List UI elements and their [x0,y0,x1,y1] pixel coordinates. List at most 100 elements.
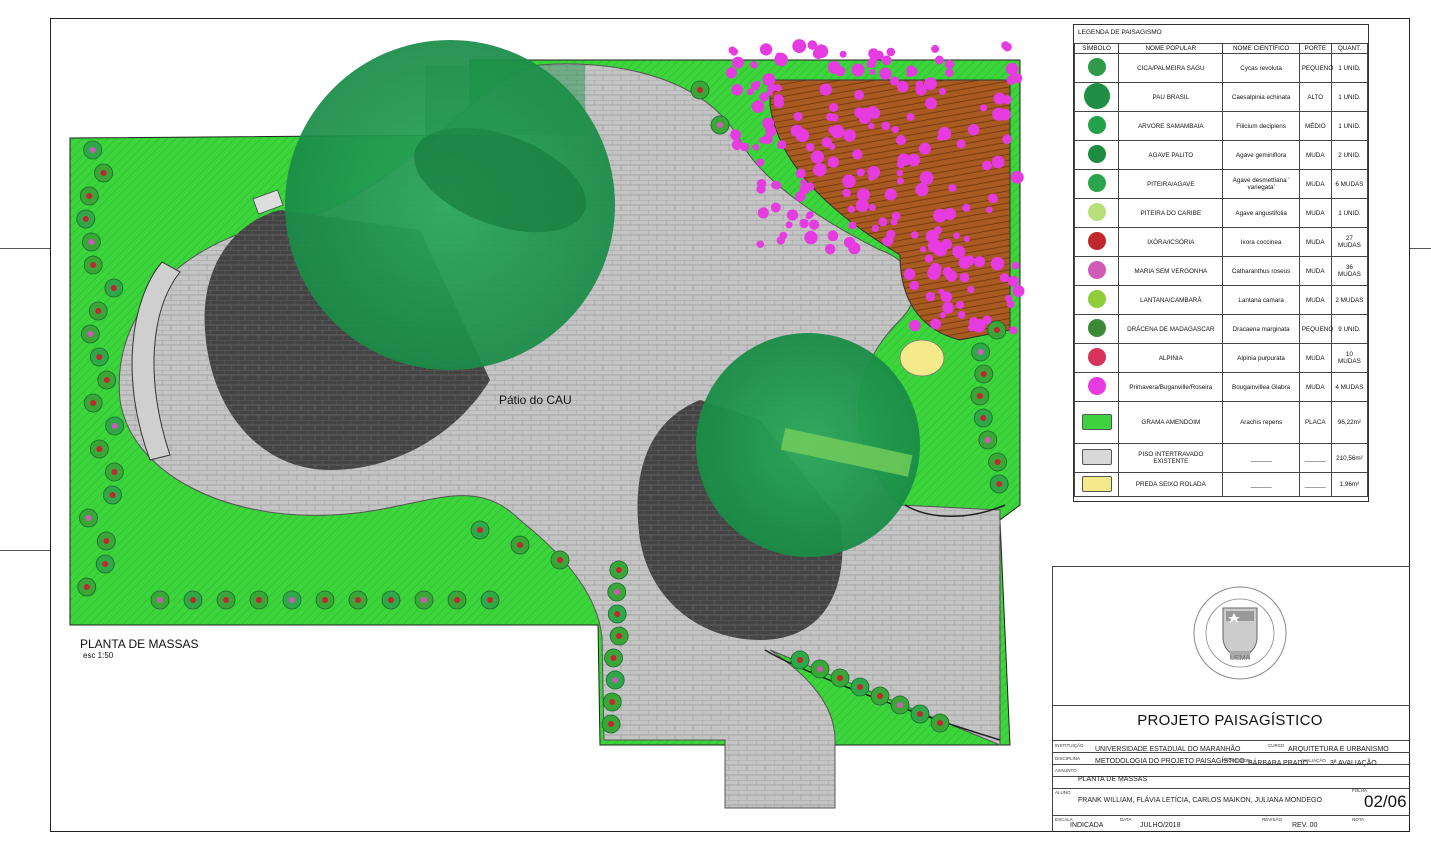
bougainvillea-flower [773,93,784,105]
legend-popular-cell: GRAMA AMENDOIM [1118,401,1224,444]
shrub-symbol [609,626,629,646]
legend-scientific-cell: Cycas revoluta [1222,53,1300,83]
bougainvillea-flower [962,203,971,213]
bougainvillea-flower [915,183,929,197]
bougainvillea-flower [770,202,781,213]
bougainvillea-flower [842,188,851,198]
bougainvillea-flower [786,209,799,221]
legend-symbol-cell [1073,256,1120,286]
alpinia-symbol [1087,348,1106,366]
legend-porte-cell: MUDA [1298,256,1332,286]
shrub-symbol [510,535,530,555]
bougainvillea-flower [808,219,820,230]
bougainvillea-flower [938,87,947,95]
revisao-value: REV. 00 [1292,822,1318,829]
plan-scale: esc 1:50 [83,651,114,660]
curso-label: CURSO [1268,743,1285,748]
legend-scientific-cell: Lantana camara [1222,285,1300,315]
fold-mark-right [1410,248,1431,249]
shrub-symbol [104,278,124,298]
bougainvillea-flower [908,66,918,77]
legend-scientific-cell: Alpinia purpurata [1222,343,1300,373]
legend-scientific-cell: Dracaena marginata [1222,314,1300,344]
bougainvillea-flower [807,40,818,50]
bougainvillea-flower [756,240,765,249]
title-block-line-3 [1052,740,1410,741]
legend-popular-cell: Primavera/Buganville/Roseira [1118,372,1224,402]
legend-quant-cell: 1 UNID. [1330,198,1369,228]
bougainvillea-flower [945,68,954,78]
legend-quant-cell: 2 MUDAS [1330,285,1369,315]
samambaia-tree [696,333,920,557]
legend-quant-cell: 1 UNID. [1330,82,1369,112]
university-seal [1193,586,1287,680]
legend-symbol-cell [1073,472,1120,497]
bougainvillea-flower [952,245,966,259]
shrub-symbol [81,232,101,252]
bougainvillea-flower [1011,261,1020,270]
shrub-symbol [970,386,990,406]
shrub-symbol [609,560,629,580]
data-label: DATA [1120,817,1132,822]
title-block-line-2 [1052,705,1410,706]
piso-symbol [1081,449,1112,465]
bougainvillea-flower [957,310,966,319]
bougainvillea-flower [934,55,944,65]
legend-row: CICA/PALMEIRA SAGU Cycas revoluta PEQUENO 1… [1073,53,1369,83]
bougainvillea-flower [810,150,825,164]
bougainvillea-flower [856,168,865,177]
bougainvillea-flower [989,195,998,204]
assunto-value: PLANTA DE MASSAS [1078,776,1148,783]
legend-porte-cell: MUDA [1298,169,1332,199]
fold-mark-left-bottom [0,550,50,551]
shrub-symbol [605,670,625,690]
bougainvillea-flower [813,163,827,177]
bougainvillea-flower [869,68,876,75]
bougainvillea-flower [999,108,1012,121]
bougainvillea-flower [945,270,958,282]
samambaia-symbol [1087,116,1106,134]
seal-abbreviation: UEMA [1230,655,1251,662]
bougainvillea-flower [920,246,927,253]
legend-quant-cell: 9 UNID. [1330,314,1369,344]
bougainvillea-flower [795,128,810,143]
legend-table: SÍMBOLO NOME POPULAR NOME CIENTÍFICO POR… [1073,43,1369,497]
shrub-symbol [607,582,627,602]
bougainvillea-flower [868,48,879,59]
legend-porte-cell: MUDA [1298,372,1332,402]
bougainvillea-flower [939,312,946,319]
legend-popular-cell: PAU BRASIL [1118,82,1224,112]
legend-row: GRAMA AMENDOIM Arachis repens PLACA 96,22m² [1073,401,1369,444]
bougainvillea-flower [882,235,893,247]
bougainvillea-flower [800,179,807,186]
bougainvillea-flower [881,121,891,131]
legend-row: Primavera/Buganville/Roseira Bougainville… [1073,372,1369,402]
legend-popular-cell: MARIA SEM VERGONHA [1118,256,1224,286]
bougainvillea-flower [958,256,972,269]
legend-row: MARIA SEM VERGONHA Catharanthus roseus MUD… [1073,256,1369,286]
shrub-symbol [79,186,99,206]
bougainvillea-flower [953,232,960,239]
shrub-symbol [602,692,622,712]
legend-scientific-cell: Ixora coccinea [1222,227,1300,257]
legend-scientific-cell: ______ [1222,472,1300,497]
agave-palito-symbol [1087,145,1106,163]
bougainvillea-flower [777,140,787,150]
legend-scientific-cell: Arachis repens [1222,401,1300,444]
legend-row: PAU BRASIL Caesalpinia echinata ALTO 1 UNID… [1073,82,1369,112]
legend-symbol-cell [1073,343,1120,373]
shrub-symbol [890,695,910,715]
legend-row: IXÓRA/ICSÓRIA Ixora coccinea MUDA 27 MUDAS [1073,227,1369,257]
nota-label: NOTA [1352,817,1365,822]
avaliacao-value: 3ª AVALIAÇÃO [1330,760,1377,767]
bougainvillea-flower [896,177,904,185]
bougainvillea-flower [930,318,942,330]
bougainvillea-flower [854,90,865,100]
bougainvillea-flower [774,84,782,92]
bougainvillea-flower [843,129,856,142]
bougainvillea-flower [765,125,777,137]
bougainvillea-flower [793,111,803,121]
shrub-symbol [447,590,467,610]
bougainvillea-flower [756,184,766,194]
bougainvillea-flower [747,88,754,96]
